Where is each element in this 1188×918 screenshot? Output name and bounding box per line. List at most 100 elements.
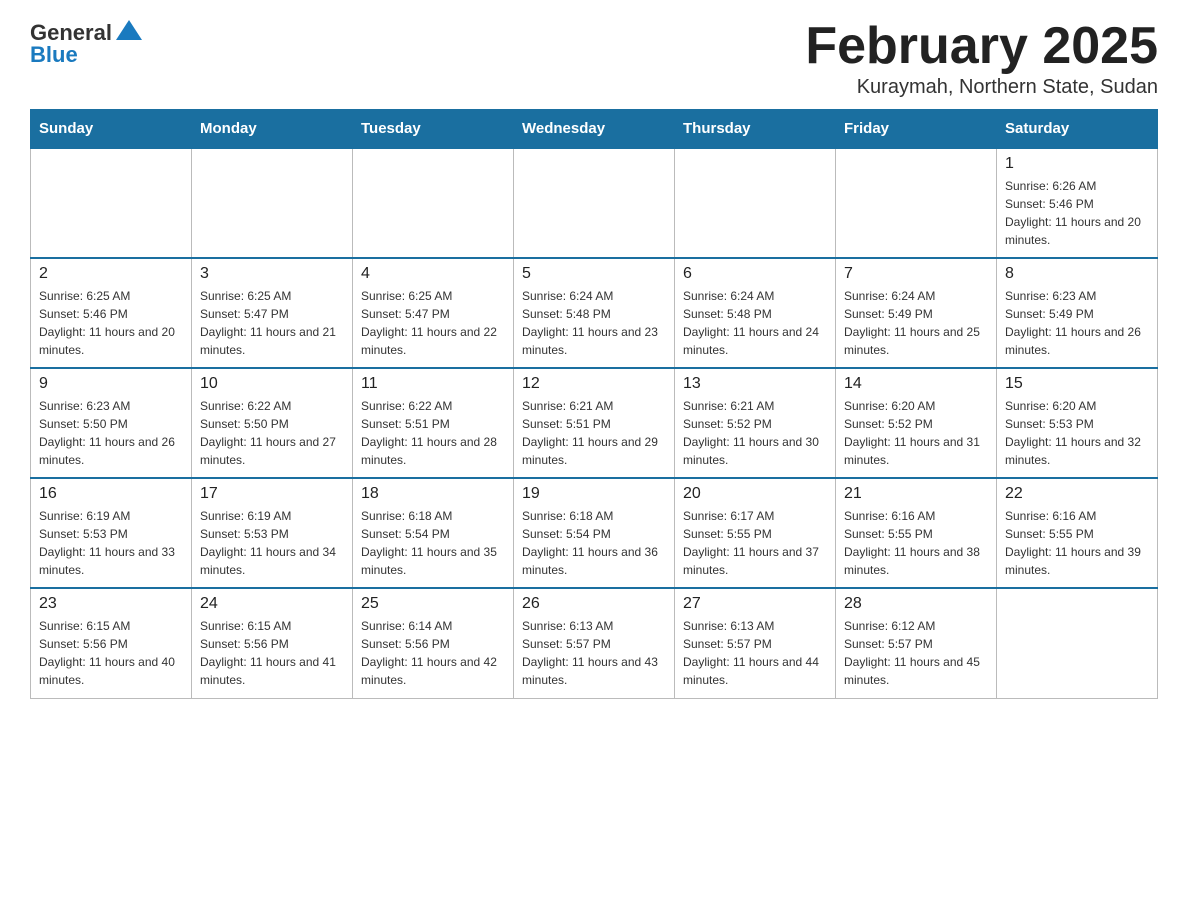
- day-info: Sunrise: 6:23 AMSunset: 5:50 PMDaylight:…: [39, 397, 183, 469]
- title-section: February 2025 Kuraymah, Northern State, …: [805, 20, 1158, 99]
- table-row: 22 Sunrise: 6:16 AMSunset: 5:55 PMDayligh…: [997, 478, 1158, 588]
- day-info: Sunrise: 6:12 AMSunset: 5:57 PMDaylight:…: [844, 617, 988, 689]
- calendar-week-4: 23 Sunrise: 6:15 AMSunset: 5:56 PMDayligh…: [31, 588, 1158, 698]
- table-row: 7 Sunrise: 6:24 AMSunset: 5:49 PMDaylight…: [836, 258, 997, 368]
- table-row: 1Sunrise: 6:26 AMSunset: 5:46 PMDaylight…: [997, 148, 1158, 258]
- day-number: 22: [1005, 485, 1149, 503]
- day-info: Sunrise: 6:26 AMSunset: 5:46 PMDaylight:…: [1005, 177, 1149, 249]
- day-info: Sunrise: 6:23 AMSunset: 5:49 PMDaylight:…: [1005, 287, 1149, 359]
- page-header: General Blue February 2025 Kuraymah, Nor…: [30, 20, 1158, 99]
- day-number: 6: [683, 265, 827, 283]
- table-row: 25 Sunrise: 6:14 AMSunset: 5:56 PMDayligh…: [353, 588, 514, 698]
- table-row: 17Sunrise: 6:19 AMSunset: 5:53 PMDayligh…: [192, 478, 353, 588]
- table-row: 9 Sunrise: 6:23 AMSunset: 5:50 PMDaylight…: [31, 368, 192, 478]
- day-info: Sunrise: 6:19 AMSunset: 5:53 PMDaylight:…: [200, 507, 344, 579]
- day-info: Sunrise: 6:18 AMSunset: 5:54 PMDaylight:…: [522, 507, 666, 579]
- day-info: Sunrise: 6:22 AMSunset: 5:51 PMDaylight:…: [361, 397, 505, 469]
- day-number: 25: [361, 595, 505, 613]
- table-row: 11 Sunrise: 6:22 AMSunset: 5:51 PMDayligh…: [353, 368, 514, 478]
- day-info: Sunrise: 6:16 AMSunset: 5:55 PMDaylight:…: [1005, 507, 1149, 579]
- day-number: 7: [844, 265, 988, 283]
- day-number: 28: [844, 595, 988, 613]
- day-info: Sunrise: 6:17 AMSunset: 5:55 PMDaylight:…: [683, 507, 827, 579]
- header-saturday: Saturday: [997, 110, 1158, 149]
- header-tuesday: Tuesday: [353, 110, 514, 149]
- day-info: Sunrise: 6:24 AMSunset: 5:49 PMDaylight:…: [844, 287, 988, 359]
- day-info: Sunrise: 6:25 AMSunset: 5:47 PMDaylight:…: [200, 287, 344, 359]
- day-info: Sunrise: 6:24 AMSunset: 5:48 PMDaylight:…: [522, 287, 666, 359]
- table-row: [192, 148, 353, 258]
- table-row: 3 Sunrise: 6:25 AMSunset: 5:47 PMDaylight…: [192, 258, 353, 368]
- day-number: 13: [683, 375, 827, 393]
- table-row: [353, 148, 514, 258]
- header-sunday: Sunday: [31, 110, 192, 149]
- day-info: Sunrise: 6:25 AMSunset: 5:47 PMDaylight:…: [361, 287, 505, 359]
- table-row: 10 Sunrise: 6:22 AMSunset: 5:50 PMDayligh…: [192, 368, 353, 478]
- day-number: 16: [39, 485, 183, 503]
- day-number: 21: [844, 485, 988, 503]
- table-row: 5 Sunrise: 6:24 AMSunset: 5:48 PMDaylight…: [514, 258, 675, 368]
- table-row: [675, 148, 836, 258]
- day-info: Sunrise: 6:25 AMSunset: 5:46 PMDaylight:…: [39, 287, 183, 359]
- calendar-week-2: 9 Sunrise: 6:23 AMSunset: 5:50 PMDaylight…: [31, 368, 1158, 478]
- day-number: 5: [522, 265, 666, 283]
- table-row: [997, 588, 1158, 698]
- day-number: 14: [844, 375, 988, 393]
- table-row: [31, 148, 192, 258]
- day-number: 26: [522, 595, 666, 613]
- table-row: 26 Sunrise: 6:13 AMSunset: 5:57 PMDayligh…: [514, 588, 675, 698]
- table-row: 12Sunrise: 6:21 AMSunset: 5:51 PMDayligh…: [514, 368, 675, 478]
- day-number: 8: [1005, 265, 1149, 283]
- table-row: 8 Sunrise: 6:23 AMSunset: 5:49 PMDaylight…: [997, 258, 1158, 368]
- day-info: Sunrise: 6:15 AMSunset: 5:56 PMDaylight:…: [39, 617, 183, 689]
- logo-icon: [116, 18, 142, 44]
- logo-blue: Blue: [30, 42, 78, 68]
- table-row: [836, 148, 997, 258]
- day-number: 15: [1005, 375, 1149, 393]
- day-number: 3: [200, 265, 344, 283]
- day-number: 27: [683, 595, 827, 613]
- day-info: Sunrise: 6:21 AMSunset: 5:52 PMDaylight:…: [683, 397, 827, 469]
- day-number: 2: [39, 265, 183, 283]
- table-row: 4Sunrise: 6:25 AMSunset: 5:47 PMDaylight…: [353, 258, 514, 368]
- day-number: 11: [361, 375, 505, 393]
- table-row: 28 Sunrise: 6:12 AMSunset: 5:57 PMDayligh…: [836, 588, 997, 698]
- day-number: 18: [361, 485, 505, 503]
- day-number: 10: [200, 375, 344, 393]
- header-thursday: Thursday: [675, 110, 836, 149]
- day-info: Sunrise: 6:16 AMSunset: 5:55 PMDaylight:…: [844, 507, 988, 579]
- day-info: Sunrise: 6:13 AMSunset: 5:57 PMDaylight:…: [683, 617, 827, 689]
- month-title: February 2025: [805, 20, 1158, 72]
- logo: General Blue: [30, 20, 142, 68]
- day-number: 19: [522, 485, 666, 503]
- day-info: Sunrise: 6:13 AMSunset: 5:57 PMDaylight:…: [522, 617, 666, 689]
- table-row: 16Sunrise: 6:19 AMSunset: 5:53 PMDayligh…: [31, 478, 192, 588]
- day-info: Sunrise: 6:14 AMSunset: 5:56 PMDaylight:…: [361, 617, 505, 689]
- table-row: 18Sunrise: 6:18 AMSunset: 5:54 PMDayligh…: [353, 478, 514, 588]
- day-number: 9: [39, 375, 183, 393]
- day-number: 24: [200, 595, 344, 613]
- calendar-week-1: 2 Sunrise: 6:25 AMSunset: 5:46 PMDaylight…: [31, 258, 1158, 368]
- table-row: 13 Sunrise: 6:21 AMSunset: 5:52 PMDayligh…: [675, 368, 836, 478]
- table-row: 15 Sunrise: 6:20 AMSunset: 5:53 PMDayligh…: [997, 368, 1158, 478]
- day-number: 12: [522, 375, 666, 393]
- calendar-table: Sunday Monday Tuesday Wednesday Thursday…: [30, 109, 1158, 699]
- table-row: 21 Sunrise: 6:16 AMSunset: 5:55 PMDayligh…: [836, 478, 997, 588]
- day-info: Sunrise: 6:20 AMSunset: 5:53 PMDaylight:…: [1005, 397, 1149, 469]
- table-row: 2 Sunrise: 6:25 AMSunset: 5:46 PMDaylight…: [31, 258, 192, 368]
- location: Kuraymah, Northern State, Sudan: [805, 76, 1158, 99]
- day-info: Sunrise: 6:22 AMSunset: 5:50 PMDaylight:…: [200, 397, 344, 469]
- table-row: 27 Sunrise: 6:13 AMSunset: 5:57 PMDayligh…: [675, 588, 836, 698]
- table-row: [514, 148, 675, 258]
- day-info: Sunrise: 6:15 AMSunset: 5:56 PMDaylight:…: [200, 617, 344, 689]
- header-monday: Monday: [192, 110, 353, 149]
- table-row: 19 Sunrise: 6:18 AMSunset: 5:54 PMDayligh…: [514, 478, 675, 588]
- day-number: 20: [683, 485, 827, 503]
- table-row: 24 Sunrise: 6:15 AMSunset: 5:56 PMDayligh…: [192, 588, 353, 698]
- calendar-week-0: 1Sunrise: 6:26 AMSunset: 5:46 PMDaylight…: [31, 148, 1158, 258]
- calendar-week-3: 16 Sunrise: 6:19 AMSunset: 5:53 PMDayligh…: [31, 478, 1158, 588]
- table-row: 6Sunrise: 6:24 AMSunset: 5:48 PMDaylight…: [675, 258, 836, 368]
- day-number: 23: [39, 595, 183, 613]
- table-row: 20 Sunrise: 6:17 AMSunset: 5:55 PMDayligh…: [675, 478, 836, 588]
- day-info: Sunrise: 6:20 AMSunset: 5:52 PMDaylight:…: [844, 397, 988, 469]
